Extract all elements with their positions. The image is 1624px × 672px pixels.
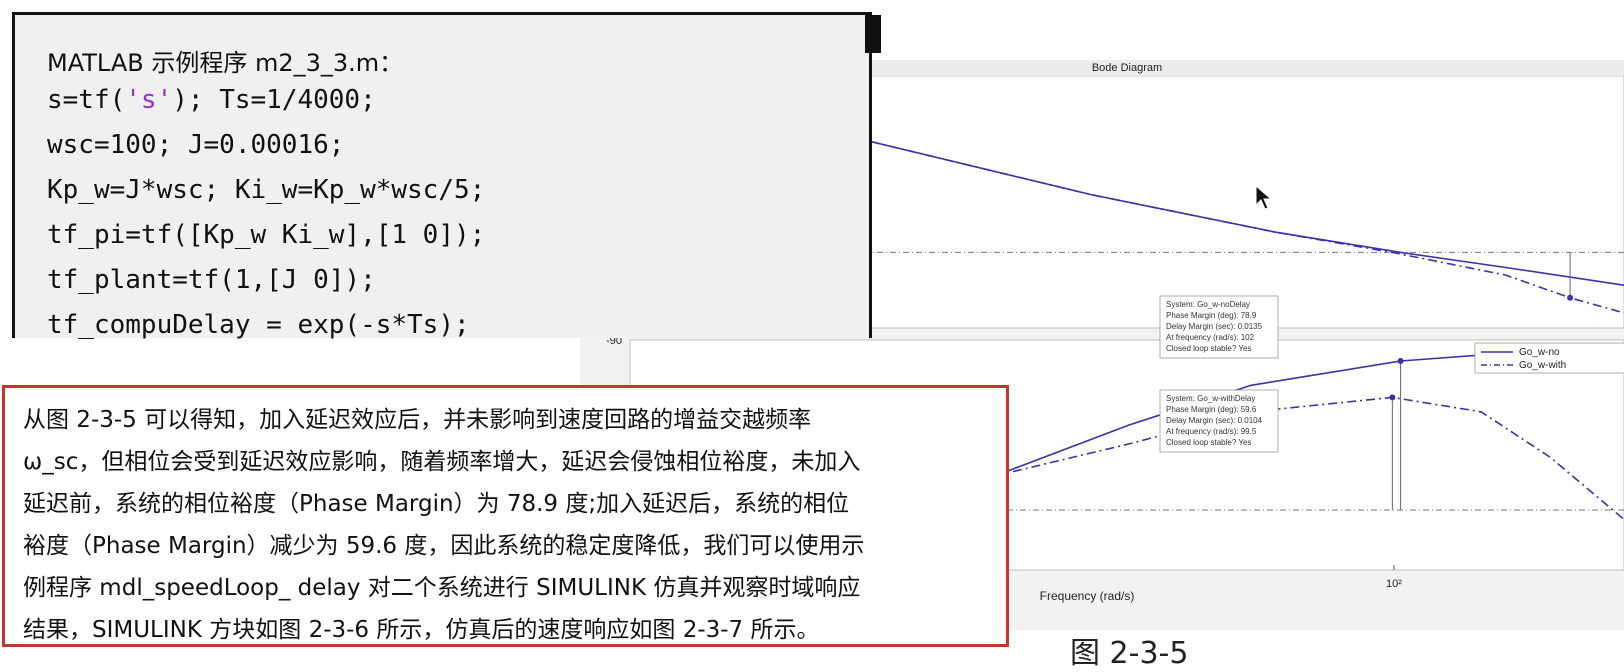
code-text: s=tf(	[47, 85, 125, 115]
description-line: 裕度（Phase Margin）减少为 59.6 度，因此系统的稳定度降低，我们…	[23, 526, 864, 560]
chart-title: Bode Diagram	[1092, 62, 1162, 74]
datatip-text: System: Go_w-noDelay	[1166, 300, 1250, 309]
code-line-6: tf_compuDelay = exp(-s*Ts);	[47, 310, 470, 340]
code-line-5: tf_plant=tf(1,[J 0]);	[47, 265, 376, 295]
description-line: 例程序 mdl_speedLoop_ delay 对二个系统进行 SIMULIN…	[23, 568, 860, 602]
datatip-text: At frequency (rad/s): 102	[1166, 333, 1255, 342]
description-line: ω_sc，但相位会受到延迟效应影响，随着频率增大，延迟会侵蚀相位裕度，未加入	[23, 442, 860, 476]
code-string: 's'	[125, 85, 172, 115]
datatip-text: Phase Margin (deg): 78.9	[1166, 311, 1257, 320]
code-line-1: s=tf('s'); Ts=1/4000;	[47, 85, 376, 115]
code-text: ); Ts=1/4000;	[172, 85, 376, 115]
code-line-3: Kp_w=J*wsc; Ki_w=Kp_w*wsc/5;	[47, 175, 485, 205]
datatip-text: Delay Margin (sec): 0.0135	[1166, 322, 1263, 331]
x-tick-label: 10²	[1386, 578, 1402, 590]
x-axis-label: Frequency (rad/s)	[1040, 589, 1135, 603]
gain-margin-point	[1567, 295, 1573, 301]
datatip-text: Closed loop stable? Yes	[1166, 344, 1251, 353]
code-line-4: tf_pi=tf([Kp_w Ki_w],[1 0]);	[47, 220, 485, 250]
description-line: 结果，SIMULINK 方块如图 2-3-6 所示，仿真后的速度响应如图 2-3…	[23, 610, 820, 644]
description-line: 从图 2-3-5 可以得知，加入延迟效应后，并未影响到速度回路的增益交越频率	[23, 400, 811, 434]
matlab-code-panel: MATLAB 示例程序 m2_3_3.m： s=tf('s'); Ts=1/40…	[12, 12, 872, 338]
legend-label-nodelay: Go_w-no	[1519, 347, 1560, 358]
datatip-text: At frequency (rad/s): 99.5	[1166, 427, 1257, 436]
description-box: 从图 2-3-5 可以得知，加入延迟效应后，并未影响到速度回路的增益交越频率 ω…	[2, 385, 1009, 647]
datatip-text: Closed loop stable? Yes	[1166, 438, 1251, 447]
phase-margin-point	[1398, 358, 1404, 364]
description-line: 延迟前，系统的相位裕度（Phase Margin）为 78.9 度;加入延迟后，…	[23, 484, 849, 518]
panel-edge-bar	[865, 15, 881, 53]
phase-margin-point	[1389, 394, 1395, 400]
datatip-text: Delay Margin (sec): 0.0104	[1166, 416, 1263, 425]
figure-caption: 图 2-3-5	[1070, 628, 1188, 672]
legend-label-withdelay: Go_w-with	[1519, 360, 1566, 371]
datatip-text: Phase Margin (deg): 59.6	[1166, 405, 1257, 414]
mouse-cursor-icon	[1255, 185, 1273, 211]
code-title: MATLAB 示例程序 m2_3_3.m：	[47, 43, 403, 78]
code-line-2: wsc=100; J=0.00016;	[47, 130, 344, 160]
datatip-text: System: Go_w-withDelay	[1166, 394, 1255, 403]
